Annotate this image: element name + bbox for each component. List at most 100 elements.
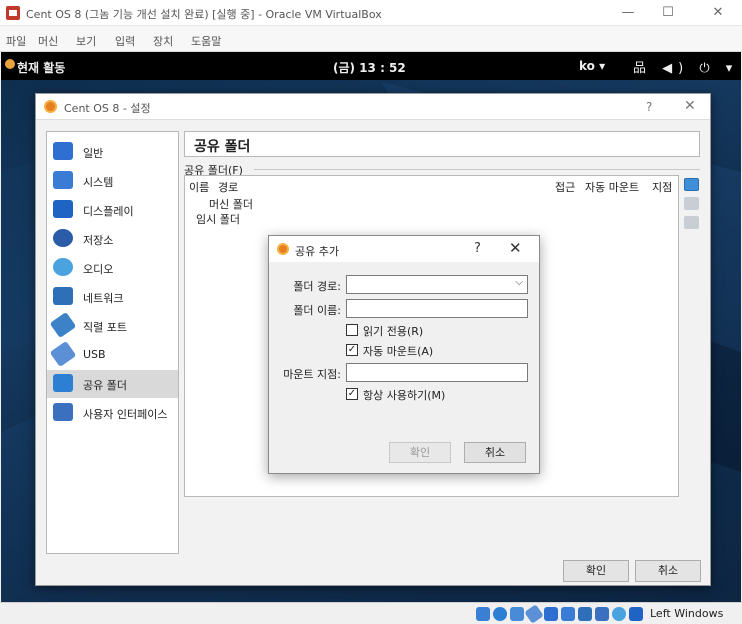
- minimize-button[interactable]: —: [610, 4, 646, 22]
- nav-label: 일반: [83, 147, 104, 160]
- nav-item-usb[interactable]: USB: [47, 340, 178, 369]
- nav-label: 네트워크: [83, 292, 124, 305]
- mount-point-input[interactable]: [346, 363, 528, 382]
- checkmark-icon: ✓: [346, 388, 358, 400]
- nav-label: 직렬 포트: [83, 321, 127, 334]
- settings-ok-button[interactable]: 확인: [563, 560, 629, 582]
- nav-label: 오디오: [83, 263, 114, 276]
- mount-point-label: 마운트 지점:: [283, 368, 341, 381]
- window-title: Cent OS 8 (그놈 기능 개선 설치 완료) [실행 중] - Orac…: [26, 8, 382, 21]
- read-only-checkbox[interactable]: 읽기 전용(R): [346, 323, 496, 338]
- folder-name-input[interactable]: [346, 299, 528, 318]
- nav-label: 공유 폴더: [83, 379, 127, 392]
- page-title: 공유 폴더: [194, 139, 251, 155]
- checkbox-box: [346, 324, 358, 336]
- nav-label: 저장소: [83, 234, 114, 247]
- close-button[interactable]: ✕: [700, 4, 736, 22]
- serial-port-icon: [49, 311, 77, 339]
- system-icon: [53, 171, 73, 189]
- settings-close-button[interactable]: ✕: [684, 98, 696, 114]
- nav-item-network[interactable]: 네트워크: [47, 283, 178, 311]
- network-status-icon[interactable]: [578, 607, 592, 621]
- nav-item-display[interactable]: 디스플레이: [47, 196, 178, 224]
- menu-view[interactable]: 보기: [76, 33, 96, 49]
- clock[interactable]: (금) 13 : 52: [333, 59, 406, 76]
- permanent-checkbox[interactable]: ✓ 항상 사용하기(M): [346, 387, 496, 402]
- chevron-down-icon: ⌵: [515, 277, 523, 288]
- add-share-dialog: 공유 추가 ? ✕ 폴더 경로: ⌵ 폴더 이름: 읽기 전용(R) ✓ 자동 …: [268, 235, 540, 474]
- settings-nav: 일반 시스템 디스플레이 저장소 오디오 네트워크 직렬 포트 USB 공유 폴…: [46, 131, 179, 554]
- host-key-label: Left Windows: [650, 607, 724, 620]
- dialog-close-button[interactable]: ✕: [509, 239, 522, 257]
- hard-disk-icon[interactable]: [476, 607, 490, 621]
- edit-folder-icon[interactable]: [684, 197, 699, 210]
- group-divider: [254, 169, 700, 170]
- read-only-label: 읽기 전용(R): [363, 325, 424, 338]
- user-interface-icon: [53, 403, 73, 421]
- maximize-button[interactable]: ☐: [650, 4, 686, 22]
- menu-file[interactable]: 파일: [6, 33, 26, 49]
- settings-icon: [44, 100, 57, 113]
- nav-item-serial-port[interactable]: 직렬 포트: [47, 311, 178, 340]
- menu-help[interactable]: 도움말: [191, 33, 221, 49]
- dialog-titlebar: 공유 추가 ? ✕: [269, 236, 539, 262]
- optical-drive-icon[interactable]: [493, 607, 507, 621]
- nav-item-audio[interactable]: 오디오: [47, 254, 178, 282]
- nav-label: USB: [83, 348, 106, 361]
- audio-icon: [53, 258, 73, 276]
- activities-icon: [5, 59, 15, 69]
- menu-input[interactable]: 입력: [115, 33, 135, 49]
- mouse-integration-icon[interactable]: [629, 607, 643, 621]
- nav-label: 시스템: [83, 176, 114, 189]
- page-header: 공유 폴더: [184, 131, 700, 157]
- folder-path-select[interactable]: ⌵: [346, 275, 528, 294]
- settings-help-button[interactable]: ?: [646, 100, 652, 114]
- list-item-machine-folders[interactable]: 머신 폴더: [209, 196, 253, 212]
- column-access[interactable]: 접근: [555, 179, 575, 195]
- menu-bar: 파일 머신 보기 입력 장치 도움말: [0, 26, 742, 52]
- storage-icon: [53, 229, 73, 247]
- dialog-ok-button[interactable]: 확인: [389, 442, 451, 463]
- general-icon: [53, 142, 73, 160]
- menu-machine[interactable]: 머신: [38, 33, 58, 49]
- settings-titlebar: Cent OS 8 - 설정 ? ✕: [36, 94, 710, 120]
- gnome-top-bar: 현재 활동 (금) 13 : 52 ko ▾ 品 ◀) ⏻ ▾: [1, 52, 741, 80]
- shared-folder-status-icon[interactable]: [544, 607, 558, 621]
- nav-item-user-interface[interactable]: 사용자 인터페이스: [47, 399, 178, 427]
- virtualbox-app-icon: [6, 6, 20, 20]
- auto-mount-checkbox[interactable]: ✓ 자동 마운트(A): [346, 343, 496, 358]
- cpu-status-icon[interactable]: [612, 607, 626, 621]
- display-icon: [53, 200, 73, 218]
- vbox-statusbar: Left Windows: [0, 602, 742, 624]
- dialog-help-button[interactable]: ?: [474, 241, 481, 256]
- auto-mount-label: 자동 마운트(A): [363, 345, 434, 358]
- nav-label: 사용자 인터페이스: [83, 408, 168, 421]
- nav-item-system[interactable]: 시스템: [47, 167, 178, 195]
- settings-title: Cent OS 8 - 설정: [64, 102, 151, 115]
- dialog-title: 공유 추가: [295, 245, 339, 258]
- dialog-icon: [277, 243, 289, 255]
- recording-status-icon[interactable]: [595, 607, 609, 621]
- audio-status-icon[interactable]: [510, 607, 524, 621]
- settings-cancel-button[interactable]: 취소: [635, 560, 701, 582]
- nav-item-general[interactable]: 일반: [47, 138, 178, 166]
- folder-toolbar: [684, 175, 700, 255]
- list-item-transient-folders[interactable]: 임시 폴더: [196, 211, 240, 227]
- nav-item-storage[interactable]: 저장소: [47, 225, 178, 253]
- nav-item-shared-folders[interactable]: 공유 폴더: [47, 370, 178, 398]
- input-language[interactable]: ko ▾: [579, 59, 605, 73]
- remove-folder-icon[interactable]: [684, 216, 699, 229]
- dialog-cancel-button[interactable]: 취소: [464, 442, 526, 463]
- activities-button[interactable]: 현재 활동: [17, 59, 65, 76]
- column-name[interactable]: 이름: [189, 179, 209, 195]
- system-menu[interactable]: 品 ◀) ⏻ ▾: [633, 57, 738, 76]
- display-status-icon[interactable]: [561, 607, 575, 621]
- column-mount-point[interactable]: 지점: [652, 179, 672, 195]
- nav-label: 디스플레이: [83, 205, 134, 218]
- menu-devices[interactable]: 장치: [153, 33, 173, 49]
- usb-status-icon[interactable]: [524, 604, 544, 624]
- usb-icon: [49, 340, 77, 368]
- column-path[interactable]: 경로: [218, 179, 238, 195]
- add-folder-icon[interactable]: [684, 178, 699, 191]
- column-auto-mount[interactable]: 자동 마운트: [585, 179, 639, 195]
